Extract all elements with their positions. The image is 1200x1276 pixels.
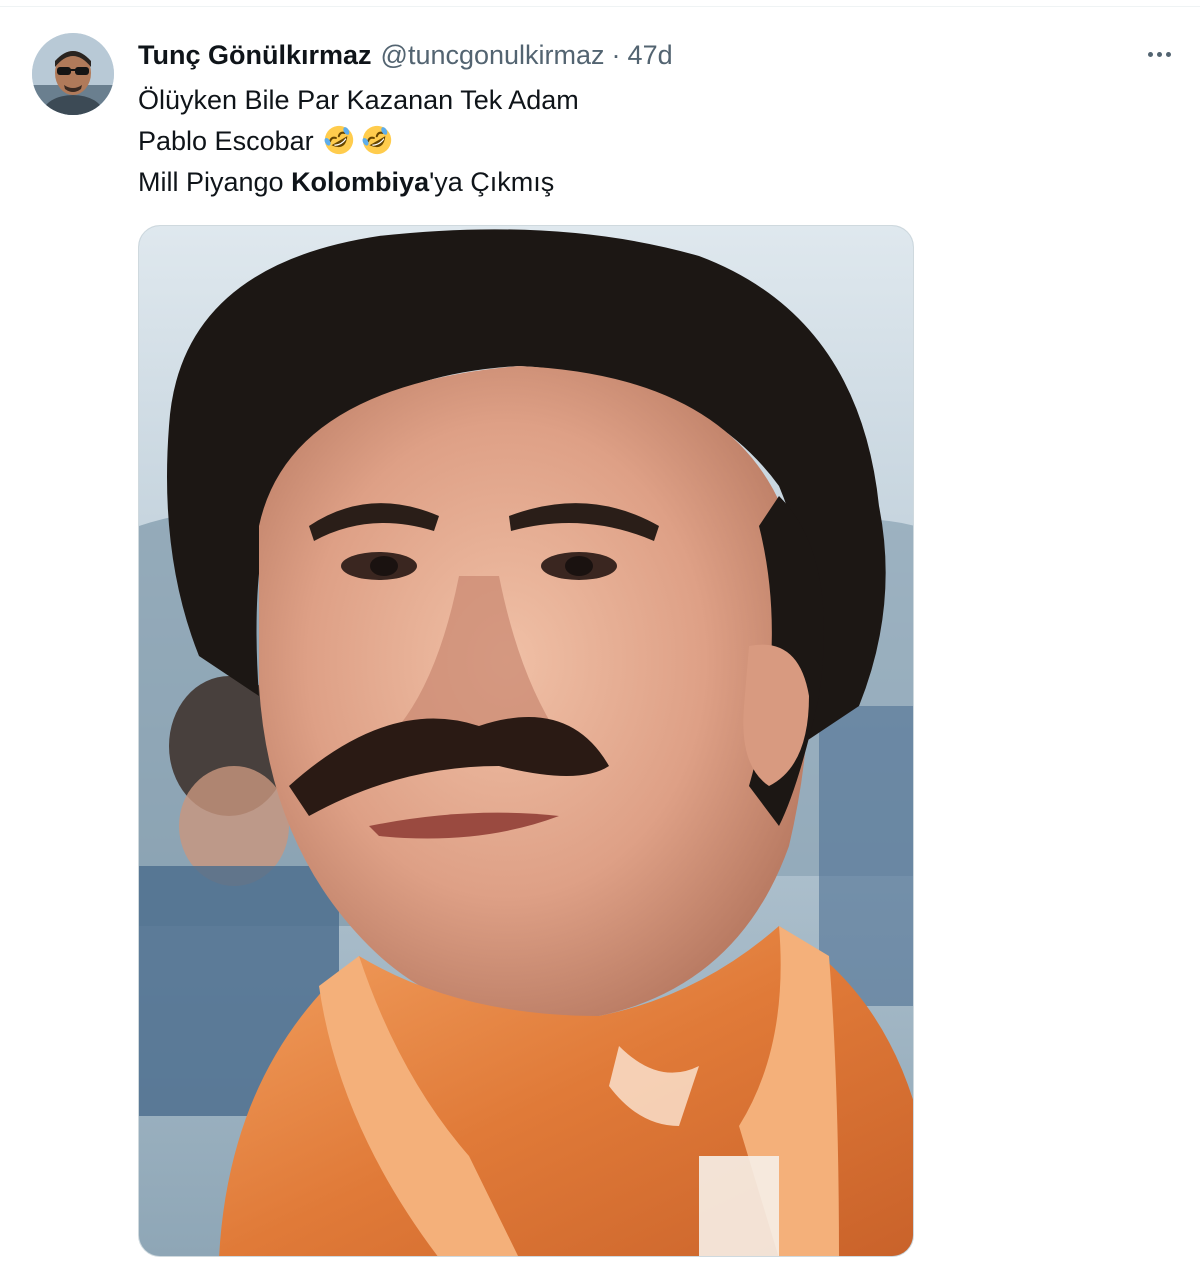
avatar[interactable]	[32, 33, 114, 115]
separator-dot: ·	[611, 39, 621, 70]
tweet-text-bold-word: Kolombiya	[291, 167, 430, 197]
timestamp[interactable]: 47d	[628, 40, 673, 71]
tweet-media-image[interactable]	[138, 225, 914, 1257]
tweet[interactable]: Tunç Gönülkırmaz @tuncgonulkirmaz · 47d …	[0, 0, 1200, 1276]
avatar-photo	[32, 33, 114, 115]
rolling-laughing-emoji-icon	[362, 125, 391, 155]
tweet-text-line-2: Pablo Escobar	[138, 121, 579, 162]
tweet-text-line-2-text: Pablo Escobar	[138, 126, 314, 156]
portrait-photo	[139, 226, 913, 1256]
rolling-laughing-emoji-icon	[324, 125, 354, 155]
tweet-text-line-3: Mill Piyango Kolombiya'ya Çıkmış	[138, 162, 579, 203]
author-display-name[interactable]: Tunç Gönülkırmaz	[138, 40, 372, 71]
more-options-icon[interactable]	[1140, 40, 1178, 68]
tweet-text-line-3-start: Mill Piyango	[138, 167, 292, 197]
tweet-text-line-3-end: 'ya Çıkmış	[429, 167, 555, 197]
author-handle[interactable]: @tuncgonulkirmaz	[381, 40, 605, 71]
tweet-header: Tunç Gönülkırmaz @tuncgonulkirmaz · 47d	[138, 38, 673, 72]
tweet-text-line-1: Ölüyken Bile Par Kazanan Tek Adam	[138, 85, 579, 115]
tweet-text: Ölüyken Bile Par Kazanan Tek Adam Pablo …	[138, 80, 579, 203]
